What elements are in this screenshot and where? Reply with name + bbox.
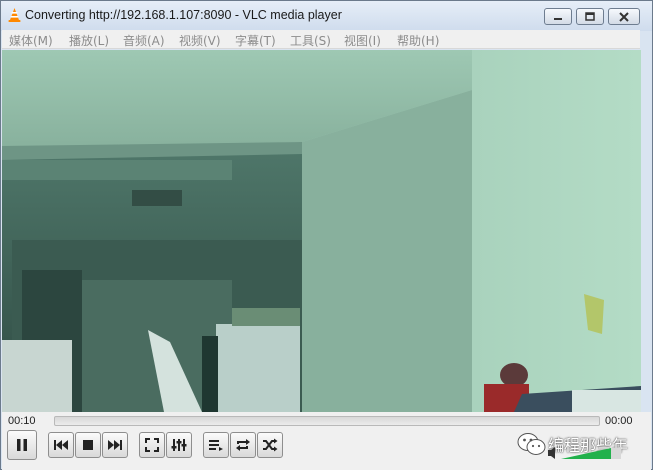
title-bar[interactable]: Converting http://192.168.1.107:8090 - V… [1,1,652,31]
menu-video[interactable]: 视频(V) [179,32,221,49]
playlist-icon [209,440,223,451]
maximize-button[interactable] [576,8,604,25]
vlc-window: Converting http://192.168.1.107:8090 - V… [0,0,653,470]
stop-icon [83,440,93,450]
next-icon [108,440,122,450]
fullscreen-button[interactable] [139,432,165,458]
menu-subtitle[interactable]: 字幕(T) [235,32,276,49]
pause-button[interactable] [7,430,37,460]
next-button[interactable] [102,432,128,458]
minimize-button[interactable] [544,8,572,25]
menu-help[interactable]: 帮助(H) [397,32,439,49]
vlc-cone-icon [8,8,21,22]
window-title: Converting http://192.168.1.107:8090 - V… [25,8,342,22]
shuffle-icon [263,438,278,452]
close-icon [619,11,629,22]
menu-view[interactable]: 视图(I) [344,32,381,49]
playlist-button[interactable] [203,432,229,458]
volume-control[interactable] [547,446,622,460]
previous-button[interactable] [48,432,74,458]
menu-playback[interactable]: 播放(L) [69,32,109,49]
remaining-time[interactable]: 00:00 [605,415,633,427]
previous-icon [54,440,68,450]
loop-icon [236,439,250,451]
maximize-icon [585,11,595,21]
extended-settings-button[interactable] [166,432,192,458]
minimize-icon [554,17,562,20]
fullscreen-icon [145,438,159,452]
extended-settings-icon [171,439,187,451]
seek-slider[interactable] [54,416,600,426]
menu-bar: 媒体(M) 播放(L) 音频(A) 视频(V) 字幕(T) 工具(S) 视图(I… [2,30,640,49]
shuffle-button[interactable] [257,432,283,458]
loop-button[interactable] [230,432,256,458]
menu-tools[interactable]: 工具(S) [290,32,331,49]
volume-level[interactable] [561,448,611,459]
elapsed-time: 00:10 [8,415,36,427]
speaker-icon[interactable] [548,447,555,459]
control-bar: 00:10 00:00 编程那些年 [2,412,651,470]
stop-button[interactable] [75,432,101,458]
video-area[interactable] [2,50,641,412]
wechat-logo-icon [517,433,546,455]
menu-media[interactable]: 媒体(M) [9,32,53,49]
close-button[interactable] [608,8,640,25]
video-frame [2,50,641,412]
volume-track [611,447,621,459]
menu-audio[interactable]: 音频(A) [123,32,165,49]
pause-icon [17,439,27,451]
